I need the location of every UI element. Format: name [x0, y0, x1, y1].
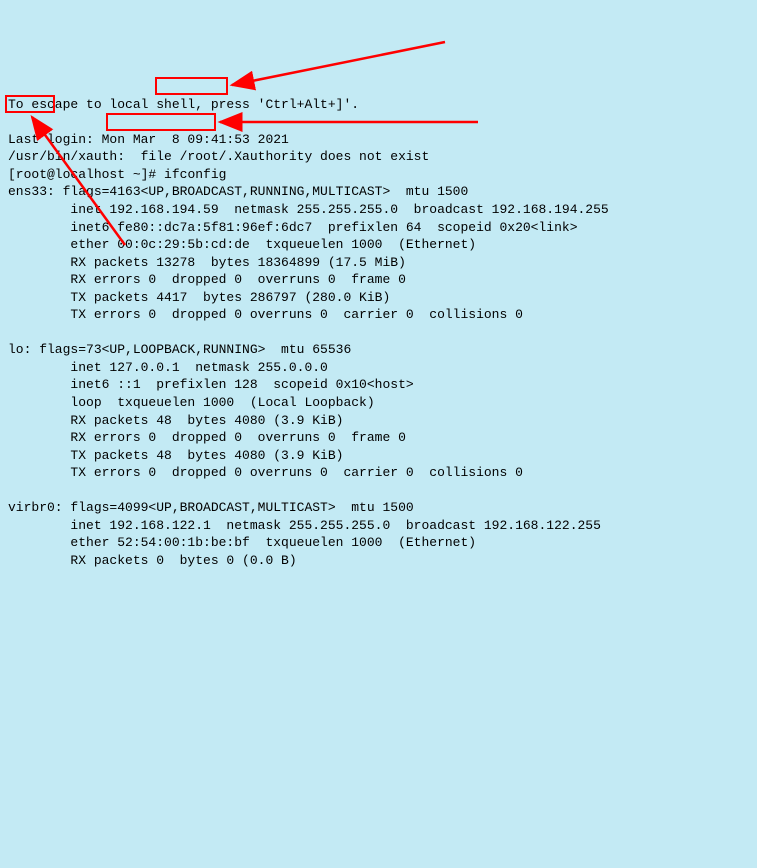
xauth-line: /usr/bin/xauth: file /root/.Xauthority d…: [8, 149, 429, 164]
lo-loop: loop txqueuelen 1000 (Local Loopback): [8, 395, 375, 410]
ens33-ip-address: 192.168.194.59: [109, 202, 218, 217]
shell-prompt: [root@localhost ~]#: [8, 167, 156, 182]
ens33-inet-prefix: inet: [8, 202, 109, 217]
ens33-inet-suffix: netmask 255.255.255.0 broadcast 192.168.…: [219, 202, 609, 217]
ens33-flags: flags=4163<UP,BROADCAST,RUNNING,MULTICAS…: [55, 184, 468, 199]
ens33-ether: ether 00:0c:29:5b:cd:de txqueuelen 1000 …: [8, 237, 476, 252]
virbr0-rx-packets: RX packets 0 bytes 0 (0.0 B): [8, 553, 297, 568]
last-login: Last login: Mon Mar 8 09:41:53 2021: [8, 132, 289, 147]
ens33-inet6: inet6 fe80::dc7a:5f81:96ef:6dc7 prefixle…: [8, 220, 578, 235]
ens33-interface-name: ens33:: [8, 184, 55, 199]
ens33-rx-errors: RX errors 0 dropped 0 overruns 0 frame 0: [8, 272, 406, 287]
lo-rx-packets: RX packets 48 bytes 4080 (3.9 KiB): [8, 413, 343, 428]
lo-header: lo: flags=73<UP,LOOPBACK,RUNNING> mtu 65…: [8, 342, 351, 357]
virbr0-ether: ether 52:54:00:1b:be:bf txqueuelen 1000 …: [8, 535, 476, 550]
highlight-box-interface: [5, 95, 55, 113]
ens33-tx-errors: TX errors 0 dropped 0 overruns 0 carrier…: [8, 307, 523, 322]
lo-tx-packets: TX packets 48 bytes 4080 (3.9 KiB): [8, 448, 343, 463]
lo-rx-errors: RX errors 0 dropped 0 overruns 0 frame 0: [8, 430, 406, 445]
escape-hint: To escape to local shell, press 'Ctrl+Al…: [8, 97, 359, 112]
virbr0-inet: inet 192.168.122.1 netmask 255.255.255.0…: [8, 518, 601, 533]
ens33-rx-packets: RX packets 13278 bytes 18364899 (17.5 Mi…: [8, 255, 406, 270]
lo-inet: inet 127.0.0.1 netmask 255.0.0.0: [8, 360, 328, 375]
lo-tx-errors: TX errors 0 dropped 0 overruns 0 carrier…: [8, 465, 523, 480]
ens33-tx-packets: TX packets 4417 bytes 286797 (280.0 KiB): [8, 290, 390, 305]
highlight-box-command: [155, 77, 228, 95]
typed-command[interactable]: ifconfig: [156, 167, 226, 182]
highlight-box-ip: [106, 113, 216, 131]
terminal-output: To escape to local shell, press 'Ctrl+Al…: [8, 78, 749, 569]
virbr0-header: virbr0: flags=4099<UP,BROADCAST,MULTICAS…: [8, 500, 414, 515]
lo-inet6: inet6 ::1 prefixlen 128 scopeid 0x10<hos…: [8, 377, 414, 392]
